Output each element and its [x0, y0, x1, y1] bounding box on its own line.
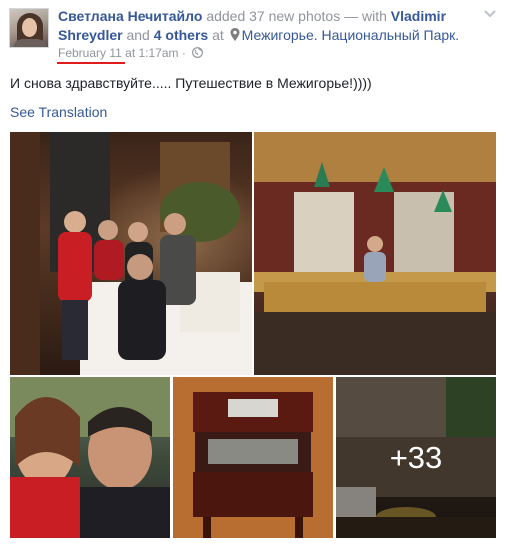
- more-photos-count: +33: [389, 439, 443, 475]
- chevron-down-icon[interactable]: [483, 9, 497, 19]
- location-pin-icon: [230, 28, 240, 41]
- photo-billiard-room[interactable]: [254, 132, 496, 375]
- photo-selfie[interactable]: [10, 377, 170, 538]
- post-message: И снова здравствуйте..... Путешествие в …: [10, 75, 372, 91]
- post-date-link[interactable]: February 11: [58, 46, 122, 60]
- meta-separator: ·: [181, 46, 186, 60]
- date-annotation-underline: [57, 62, 125, 64]
- others-link[interactable]: 4 others: [154, 27, 208, 43]
- post-header: Светлана Нечитайло added 37 new photos —…: [58, 7, 478, 45]
- at-text: at: [212, 27, 224, 43]
- post-meta: February 11 at 1:17am ·: [58, 46, 204, 60]
- photo-music-box[interactable]: [173, 377, 333, 538]
- author-avatar[interactable]: [9, 8, 49, 48]
- photo-interior-more[interactable]: +33: [336, 377, 496, 538]
- post-time[interactable]: at 1:17am: [125, 46, 178, 60]
- and-text: and: [126, 27, 150, 43]
- more-photos-overlay[interactable]: +33: [336, 377, 496, 538]
- photo-group-at-piano[interactable]: [10, 132, 252, 375]
- facebook-post: Светлана Нечитайло added 37 new photos —…: [0, 0, 506, 547]
- post-action-text: added 37 new photos — with: [206, 8, 387, 24]
- globe-icon[interactable]: [192, 47, 204, 58]
- author-name-link[interactable]: Светлана Нечитайло: [58, 8, 202, 24]
- location-link[interactable]: Межигорье. Национальный Парк.: [242, 27, 460, 43]
- see-translation-link[interactable]: See Translation: [10, 104, 107, 120]
